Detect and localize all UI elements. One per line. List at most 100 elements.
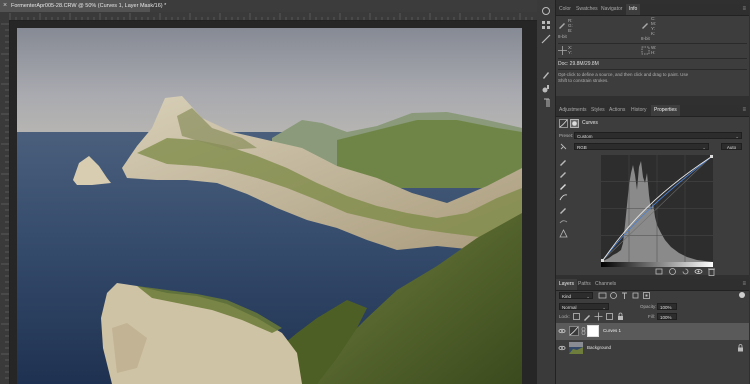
eyedropper-icon [642,23,648,29]
tab-color[interactable]: Color [556,4,574,15]
lock-artboard-icon[interactable] [605,312,614,321]
visibility-eye-icon[interactable] [558,327,566,335]
eyedropper-icon [559,23,565,29]
view-previous-state-icon[interactable] [668,267,677,276]
layer-name: Curves 1 [603,328,622,333]
swatches-panel-icon[interactable] [541,20,551,30]
layer-filter-select[interactable]: Kind ⌄ [559,292,593,299]
pencil-draw-icon[interactable] [559,205,568,214]
layer-row-background[interactable]: Background [556,340,749,357]
filter-value: Kind [562,294,572,299]
filter-smart-object-icon[interactable] [642,291,651,300]
tab-adjustments[interactable]: Adjustments [556,105,590,116]
tab-actions[interactable]: Actions [606,105,628,116]
targeted-adjustment-icon[interactable] [559,142,568,151]
tab-swatches[interactable]: Swatches [573,4,601,15]
divider [558,58,747,59]
preset-select[interactable]: Custom ⌄ [574,132,742,139]
tab-layers[interactable]: Layers [556,279,578,290]
curves-graph[interactable] [601,155,713,262]
chevron-down-icon: ⌄ [602,305,606,310]
tab-paths[interactable]: Paths [575,279,594,290]
tab-styles[interactable]: Styles [588,105,608,116]
visibility-eye-icon[interactable] [558,344,566,352]
panel-menu-icon[interactable]: ≡ [742,281,746,288]
filter-pixel-icon[interactable] [598,291,607,300]
layer-row-curves[interactable]: Curves 1 [556,323,749,340]
info-b-label: B: [568,28,573,33]
tab-navigator[interactable]: Navigator [598,4,625,15]
tab-properties[interactable]: Properties [651,105,680,116]
filter-adjustment-icon[interactable] [609,291,618,300]
lock-icon [738,344,743,352]
reset-icon[interactable] [681,267,690,276]
curve-point-tool-icon[interactable] [559,193,568,202]
adjustment-title: Curves [582,120,598,126]
panel-menu-icon[interactable]: ≡ [742,6,746,13]
info-y2-label: Y: [568,50,573,55]
chevron-down-icon: ⌄ [702,145,706,150]
auto-button[interactable]: Auto [721,143,742,150]
properties-panel: Adjustments Styles Actions History Prope… [556,105,749,276]
clipping-warning-icon[interactable] [559,229,568,238]
horizontal-ruler[interactable] [0,12,537,21]
lock-transparent-icon[interactable] [572,312,581,321]
panel-icon-strip [537,0,556,384]
brush-panel-icon[interactable] [541,70,551,80]
filter-toggle-icon[interactable] [739,292,745,298]
tool-hint: Opt-click to define a source, and then c… [558,72,689,83]
gray-point-eyedropper-icon[interactable] [559,169,568,178]
opacity-label: Opacity: [640,304,657,309]
layer-mask-thumbnail[interactable] [587,325,599,337]
info-bitdepth-left: 8-bit [558,34,567,39]
vertical-ruler[interactable] [0,20,10,384]
visibility-eye-icon[interactable] [694,267,703,276]
tab-history[interactable]: History [628,105,650,116]
blend-mode-value: Normal [562,305,577,310]
chevron-down-icon: ⌄ [586,294,590,299]
preset-label: Preset: [559,133,574,138]
blend-mode-select[interactable]: Normal ⌄ [559,303,609,310]
channel-select[interactable]: RGB ⌄ [574,143,709,150]
layer-thumbnail[interactable] [569,342,583,354]
color-panel-icon[interactable] [541,6,551,16]
panel-menu-icon[interactable]: ≡ [742,107,746,114]
channel-value: RGB [577,145,587,150]
properties-panel-tabs: Adjustments Styles Actions History Prope… [556,105,749,117]
layers-panel: Layers Paths Channels ≡ Kind ⌄ Normal ⌄ Op… [556,279,749,384]
document-photo[interactable] [17,28,522,384]
lock-position-icon[interactable] [594,312,603,321]
tab-info[interactable]: Info [626,4,641,15]
white-point-eyedropper-icon[interactable] [559,181,568,190]
layer-mask-icon[interactable] [570,119,579,128]
lock-all-icon[interactable] [616,312,625,321]
smooth-curve-icon[interactable] [559,217,568,226]
chevron-down-icon: ⌄ [735,134,739,139]
opacity-input[interactable]: 100% [657,303,677,310]
paragraph-icon[interactable] [541,98,551,108]
clone-source-icon[interactable] [541,84,551,94]
lock-pixels-icon[interactable] [583,312,592,321]
clip-to-layer-icon[interactable] [655,267,664,276]
document-tab[interactable]: × FormenterApr005-28.CRW @ 50% (Curves 1… [0,0,166,12]
curves-adjustment-icon [569,326,579,336]
doc-size: Doc: 29.8M/29.8M [558,61,599,67]
info-panel-tabs: Color Swatches Navigator Info ≡ [556,4,749,16]
chain-link-icon[interactable] [581,327,586,335]
info-h-label: H: [651,50,656,55]
selection-size-icon [641,46,650,55]
filter-shape-icon[interactable] [631,291,640,300]
trash-icon[interactable] [707,267,716,276]
crosshair-icon [558,46,567,55]
divider [558,69,747,70]
close-tab-icon[interactable]: × [3,1,7,11]
tab-channels[interactable]: Channels [592,279,619,290]
document-title: FormenterApr005-28.CRW @ 50% (Curves 1, … [11,3,167,9]
filter-type-icon[interactable] [620,291,629,300]
info-bitdepth-right: 8-bit [641,36,650,41]
fill-input[interactable]: 100% [657,313,677,320]
preset-value: Custom [577,134,593,139]
info-panel: Color Swatches Navigator Info ≡ R: G: B:… [556,4,749,96]
black-point-eyedropper-icon[interactable] [559,157,568,166]
adjustments-panel-icon[interactable] [541,34,551,44]
